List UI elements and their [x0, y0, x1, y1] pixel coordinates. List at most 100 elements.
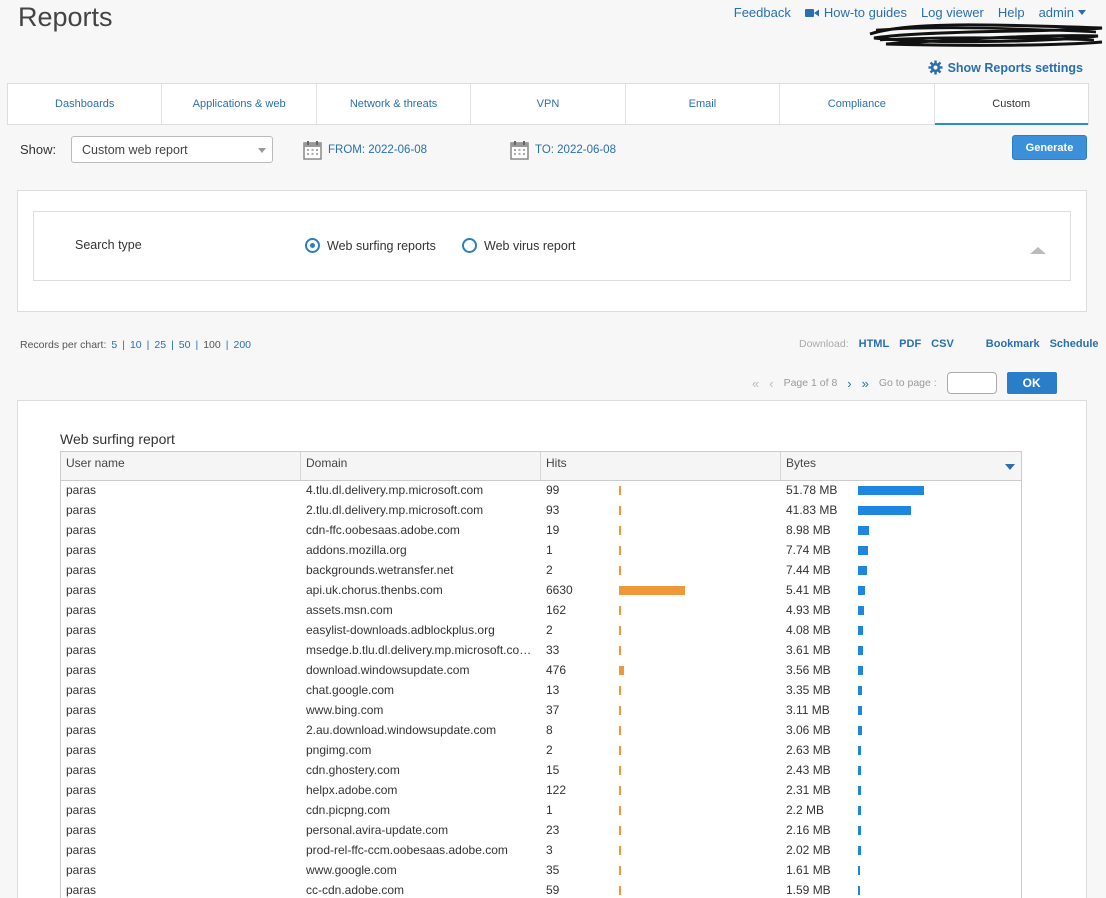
hits-value: 2 [546, 743, 553, 757]
table-row: paras 2.tlu.dl.delivery.mp.microsoft.com 9… [61, 501, 1021, 521]
download-html-link[interactable]: HTML [859, 338, 890, 350]
bytes-bar [858, 886, 860, 895]
download-pdf-link[interactable]: PDF [899, 338, 921, 350]
hits-value: 59 [546, 883, 560, 897]
tab-custom[interactable]: Custom [934, 84, 1089, 125]
first-page-icon[interactable]: « [752, 376, 759, 391]
sort-desc-icon[interactable] [1005, 464, 1015, 470]
hits-value: 35 [546, 863, 560, 877]
show-reports-settings-link[interactable]: Show Reports settings [928, 60, 1083, 75]
tab-compliance[interactable]: Compliance [780, 84, 935, 124]
table-row: paras api.uk.chorus.thenbs.com 6630 5.41 MB [61, 581, 1021, 601]
cell-hits: 23 [541, 821, 781, 841]
generate-button[interactable]: Generate [1012, 135, 1087, 160]
to-date-picker[interactable]: TO: 2022-06-08 [510, 140, 616, 160]
cell-domain: 4.tlu.dl.delivery.mp.microsoft.com [306, 483, 484, 497]
cell-user: paras [66, 783, 97, 797]
bytes-bar [858, 586, 865, 595]
cell-hits: 13 [541, 681, 781, 701]
goto-page-input[interactable] [946, 372, 997, 394]
hits-bar [619, 566, 621, 575]
how-to-guides-link[interactable]: How-to guides [804, 5, 907, 20]
search-type-label: Search type [75, 238, 142, 252]
cell-bytes: 8.98 MB [781, 521, 1021, 541]
tab-network-threats[interactable]: Network & threats [317, 84, 472, 124]
records-option-25[interactable]: 25 [154, 339, 166, 351]
bytes-value: 3.56 MB [786, 663, 831, 677]
hits-bar [619, 686, 621, 695]
cell-hits: 1 [541, 541, 781, 561]
goto-ok-button[interactable]: OK [1006, 372, 1057, 394]
cell-hits: 35 [541, 861, 781, 881]
records-option-10[interactable]: 10 [130, 339, 142, 351]
cell-bytes: 3.56 MB [781, 661, 1021, 681]
tab-vpn[interactable]: VPN [471, 84, 626, 124]
cell-domain: cc-cdn.adobe.com [306, 883, 405, 897]
cell-bytes: 3.61 MB [781, 641, 1021, 661]
prev-page-icon[interactable]: ‹ [769, 376, 773, 391]
report-type-select[interactable]: Custom web report [71, 136, 273, 163]
hits-bar [619, 826, 621, 835]
cell-bytes: 2.16 MB [781, 821, 1021, 841]
records-option-5[interactable]: 5 [111, 339, 117, 351]
table-row: paras download.windowsupdate.com 476 3.56 M… [61, 661, 1021, 681]
hits-bar [619, 846, 621, 855]
cell-user: paras [66, 823, 97, 837]
radio-web-surfing[interactable]: Web surfing reports [305, 238, 436, 253]
cell-domain: cdn-ffc.oobesaas.adobe.com [306, 523, 460, 537]
from-date-picker[interactable]: FROM: 2022-06-08 [303, 140, 427, 160]
column-header-user[interactable]: User name [61, 452, 301, 480]
last-page-icon[interactable]: » [862, 376, 869, 391]
cell-bytes: 7.74 MB [781, 541, 1021, 561]
cell-hits: 2 [541, 561, 781, 581]
hits-bar [619, 786, 621, 795]
cell-domain: helpx.adobe.com [306, 783, 398, 797]
download-csv-link[interactable]: CSV [931, 338, 954, 350]
cell-hits: 1 [541, 801, 781, 821]
bytes-value: 2.16 MB [786, 823, 831, 837]
download-label: Download: [799, 338, 849, 350]
bookmark-link[interactable]: Bookmark [986, 338, 1040, 350]
cell-user: paras [66, 543, 97, 557]
column-header-bytes[interactable]: Bytes [781, 452, 1021, 480]
report-title: Web surfing report [60, 431, 175, 447]
cell-bytes: 41.83 MB [781, 501, 1021, 521]
hits-value: 13 [546, 683, 560, 697]
records-option-200[interactable]: 200 [233, 339, 251, 351]
bytes-bar [858, 606, 864, 615]
records-option-50[interactable]: 50 [179, 339, 191, 351]
bytes-value: 3.35 MB [786, 683, 831, 697]
cell-hits: 8 [541, 721, 781, 741]
tab-email[interactable]: Email [626, 84, 781, 124]
to-date-label: TO: 2022-06-08 [535, 144, 616, 156]
help-link[interactable]: Help [998, 5, 1025, 20]
tab-dashboards[interactable]: Dashboards [8, 84, 163, 124]
hits-bar [619, 506, 621, 515]
cell-domain: addons.mozilla.org [306, 543, 407, 557]
bytes-value: 1.59 MB [786, 883, 831, 897]
next-page-icon[interactable]: › [847, 376, 851, 391]
column-header-hits[interactable]: Hits [541, 452, 781, 480]
radio-web-virus[interactable]: Web virus report [462, 238, 575, 253]
bytes-bar [858, 806, 861, 815]
bytes-bar [858, 766, 861, 775]
log-viewer-link[interactable]: Log viewer [921, 5, 984, 20]
collapse-arrow-icon[interactable] [1030, 247, 1046, 254]
column-header-domain[interactable]: Domain [301, 452, 541, 480]
from-date-label: FROM: 2022-06-08 [328, 144, 428, 156]
hits-value: 8 [546, 723, 553, 737]
bytes-bar [858, 686, 862, 695]
top-navigation: Feedback How-to guides Log viewer Help a… [734, 5, 1086, 20]
table-row: paras msedge.b.tlu.dl.delivery.mp.microso… [61, 641, 1021, 661]
schedule-link[interactable]: Schedule [1050, 338, 1099, 350]
cell-domain: api.uk.chorus.thenbs.com [306, 583, 443, 597]
tab-applications-web[interactable]: Applications & web [162, 84, 317, 124]
table-row: paras helpx.adobe.com 122 2.31 MB [61, 781, 1021, 801]
radio-web-surfing-label: Web surfing reports [327, 238, 436, 253]
hits-bar [619, 606, 621, 615]
bytes-value: 8.98 MB [786, 523, 831, 537]
radio-unselected-icon [462, 238, 477, 253]
feedback-link[interactable]: Feedback [734, 5, 791, 20]
cell-domain: prod-rel-ffc-ccm.oobesaas.adobe.com [306, 843, 508, 857]
admin-menu[interactable]: admin [1039, 5, 1086, 20]
